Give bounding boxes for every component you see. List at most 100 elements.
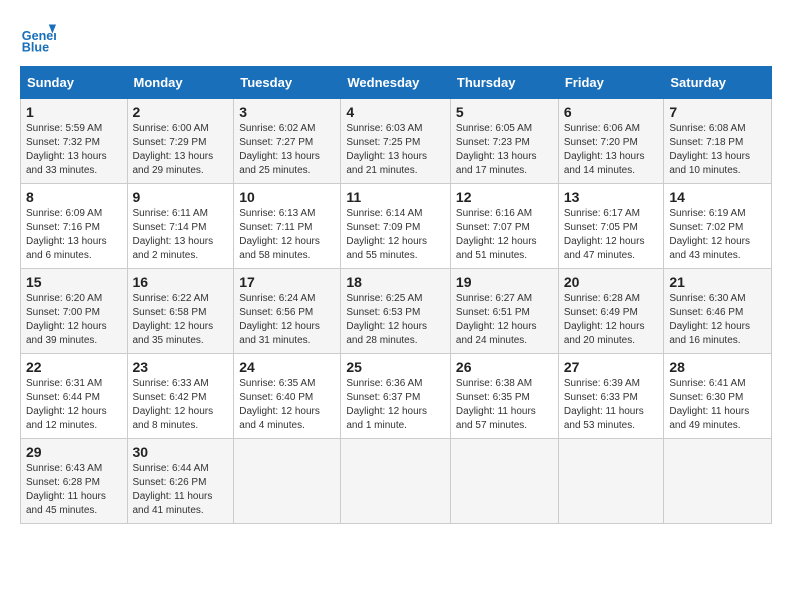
table-cell: 14 Sunrise: 6:19 AM Sunset: 7:02 PM Dayli… — [664, 184, 772, 269]
day-number: 10 — [239, 189, 335, 205]
day-number: 5 — [456, 104, 553, 120]
day-number: 25 — [346, 359, 445, 375]
calendar-row: 8 Sunrise: 6:09 AM Sunset: 7:16 PM Daylig… — [21, 184, 772, 269]
day-info: Sunrise: 6:19 AM Sunset: 7:02 PM Dayligh… — [669, 207, 766, 263]
day-info: Sunrise: 5:59 AM Sunset: 7:32 PM Dayligh… — [26, 122, 122, 178]
day-number: 9 — [133, 189, 229, 205]
day-number: 18 — [346, 274, 445, 290]
day-info: Sunrise: 6:36 AM Sunset: 6:37 PM Dayligh… — [346, 377, 445, 433]
day-info: Sunrise: 6:08 AM Sunset: 7:18 PM Dayligh… — [669, 122, 766, 178]
table-cell: 30 Sunrise: 6:44 AM Sunset: 6:26 PM Dayli… — [127, 439, 234, 524]
day-info: Sunrise: 6:14 AM Sunset: 7:09 PM Dayligh… — [346, 207, 445, 263]
logo: General Blue — [20, 20, 56, 56]
col-thursday: Thursday — [450, 67, 558, 99]
header: General Blue — [20, 20, 772, 56]
table-cell: 9Sunrise: 6:11 AM Sunset: 7:14 PM Daylig… — [127, 184, 234, 269]
table-cell: 29 Sunrise: 6:43 AM Sunset: 6:28 PM Dayli… — [21, 439, 128, 524]
day-number: 4 — [346, 104, 445, 120]
col-friday: Friday — [558, 67, 664, 99]
day-info: Sunrise: 6:16 AM Sunset: 7:07 PM Dayligh… — [456, 207, 553, 263]
day-number: 8 — [26, 189, 122, 205]
calendar-row: 1 Sunrise: 5:59 AM Sunset: 7:32 PM Daylig… — [21, 99, 772, 184]
day-info: Sunrise: 6:31 AM Sunset: 6:44 PM Dayligh… — [26, 377, 122, 433]
table-cell — [234, 439, 341, 524]
table-cell: 5 Sunrise: 6:05 AM Sunset: 7:23 PM Daylig… — [450, 99, 558, 184]
day-number: 14 — [669, 189, 766, 205]
table-cell: 24 Sunrise: 6:35 AM Sunset: 6:40 PM Dayli… — [234, 354, 341, 439]
table-cell — [341, 439, 451, 524]
day-info: Sunrise: 6:43 AM Sunset: 6:28 PM Dayligh… — [26, 462, 122, 518]
col-monday: Monday — [127, 67, 234, 99]
calendar-row: 29 Sunrise: 6:43 AM Sunset: 6:28 PM Dayli… — [21, 439, 772, 524]
day-number: 22 — [26, 359, 122, 375]
day-number: 21 — [669, 274, 766, 290]
day-number: 28 — [669, 359, 766, 375]
table-cell: 25 Sunrise: 6:36 AM Sunset: 6:37 PM Dayli… — [341, 354, 451, 439]
day-number: 29 — [26, 444, 122, 460]
col-saturday: Saturday — [664, 67, 772, 99]
day-info: Sunrise: 6:05 AM Sunset: 7:23 PM Dayligh… — [456, 122, 553, 178]
day-number: 7 — [669, 104, 766, 120]
day-number: 3 — [239, 104, 335, 120]
day-number: 11 — [346, 189, 445, 205]
table-cell: 28 Sunrise: 6:41 AM Sunset: 6:30 PM Dayli… — [664, 354, 772, 439]
day-info: Sunrise: 6:39 AM Sunset: 6:33 PM Dayligh… — [564, 377, 659, 433]
table-cell: 19Sunrise: 6:27 AM Sunset: 6:51 PM Dayli… — [450, 269, 558, 354]
table-cell: 1 Sunrise: 5:59 AM Sunset: 7:32 PM Daylig… — [21, 99, 128, 184]
day-number: 26 — [456, 359, 553, 375]
table-cell: 16 Sunrise: 6:22 AM Sunset: 6:58 PM Dayli… — [127, 269, 234, 354]
day-info: Sunrise: 6:06 AM Sunset: 7:20 PM Dayligh… — [564, 122, 659, 178]
day-info: Sunrise: 6:38 AM Sunset: 6:35 PM Dayligh… — [456, 377, 553, 433]
table-cell: 10 Sunrise: 6:13 AM Sunset: 7:11 PM Dayli… — [234, 184, 341, 269]
calendar-row: 22 Sunrise: 6:31 AM Sunset: 6:44 PM Dayli… — [21, 354, 772, 439]
day-number: 12 — [456, 189, 553, 205]
logo-icon: General Blue — [20, 20, 56, 56]
day-info: Sunrise: 6:00 AM Sunset: 7:29 PM Dayligh… — [133, 122, 229, 178]
day-number: 27 — [564, 359, 659, 375]
day-info: Sunrise: 6:44 AM Sunset: 6:26 PM Dayligh… — [133, 462, 229, 518]
table-cell — [664, 439, 772, 524]
header-row: Sunday Monday Tuesday Wednesday Thursday… — [21, 67, 772, 99]
day-info: Sunrise: 6:25 AM Sunset: 6:53 PM Dayligh… — [346, 292, 445, 348]
day-info: Sunrise: 6:27 AM Sunset: 6:51 PM Dayligh… — [456, 292, 553, 348]
day-info: Sunrise: 6:03 AM Sunset: 7:25 PM Dayligh… — [346, 122, 445, 178]
table-cell: 17Sunrise: 6:24 AM Sunset: 6:56 PM Dayli… — [234, 269, 341, 354]
table-cell: 6Sunrise: 6:06 AM Sunset: 7:20 PM Daylig… — [558, 99, 664, 184]
table-cell: 22 Sunrise: 6:31 AM Sunset: 6:44 PM Dayli… — [21, 354, 128, 439]
day-number: 20 — [564, 274, 659, 290]
day-number: 1 — [26, 104, 122, 120]
day-info: Sunrise: 6:20 AM Sunset: 7:00 PM Dayligh… — [26, 292, 122, 348]
day-info: Sunrise: 6:30 AM Sunset: 6:46 PM Dayligh… — [669, 292, 766, 348]
table-cell: 11 Sunrise: 6:14 AM Sunset: 7:09 PM Dayli… — [341, 184, 451, 269]
day-number: 24 — [239, 359, 335, 375]
day-info: Sunrise: 6:33 AM Sunset: 6:42 PM Dayligh… — [133, 377, 229, 433]
day-info: Sunrise: 6:13 AM Sunset: 7:11 PM Dayligh… — [239, 207, 335, 263]
table-cell: 4 Sunrise: 6:03 AM Sunset: 7:25 PM Daylig… — [341, 99, 451, 184]
day-info: Sunrise: 6:28 AM Sunset: 6:49 PM Dayligh… — [564, 292, 659, 348]
table-cell: 27 Sunrise: 6:39 AM Sunset: 6:33 PM Dayli… — [558, 354, 664, 439]
day-info: Sunrise: 6:35 AM Sunset: 6:40 PM Dayligh… — [239, 377, 335, 433]
day-info: Sunrise: 6:24 AM Sunset: 6:56 PM Dayligh… — [239, 292, 335, 348]
table-cell: 20 Sunrise: 6:28 AM Sunset: 6:49 PM Dayli… — [558, 269, 664, 354]
calendar-body: 1 Sunrise: 5:59 AM Sunset: 7:32 PM Daylig… — [21, 99, 772, 524]
table-cell: 15 Sunrise: 6:20 AM Sunset: 7:00 PM Dayli… — [21, 269, 128, 354]
calendar-table: Sunday Monday Tuesday Wednesday Thursday… — [20, 66, 772, 524]
day-info: Sunrise: 6:09 AM Sunset: 7:16 PM Dayligh… — [26, 207, 122, 263]
svg-text:Blue: Blue — [22, 41, 49, 55]
table-cell — [450, 439, 558, 524]
day-number: 13 — [564, 189, 659, 205]
day-number: 15 — [26, 274, 122, 290]
day-number: 23 — [133, 359, 229, 375]
day-info: Sunrise: 6:41 AM Sunset: 6:30 PM Dayligh… — [669, 377, 766, 433]
table-cell: 13 Sunrise: 6:17 AM Sunset: 7:05 PM Dayli… — [558, 184, 664, 269]
col-sunday: Sunday — [21, 67, 128, 99]
day-info: Sunrise: 6:22 AM Sunset: 6:58 PM Dayligh… — [133, 292, 229, 348]
table-cell: 2 Sunrise: 6:00 AM Sunset: 7:29 PM Daylig… — [127, 99, 234, 184]
day-number: 2 — [133, 104, 229, 120]
table-cell: 7 Sunrise: 6:08 AM Sunset: 7:18 PM Daylig… — [664, 99, 772, 184]
day-number: 30 — [133, 444, 229, 460]
table-cell: 8 Sunrise: 6:09 AM Sunset: 7:16 PM Daylig… — [21, 184, 128, 269]
table-cell: 12 Sunrise: 6:16 AM Sunset: 7:07 PM Dayli… — [450, 184, 558, 269]
day-info: Sunrise: 6:17 AM Sunset: 7:05 PM Dayligh… — [564, 207, 659, 263]
day-number: 16 — [133, 274, 229, 290]
